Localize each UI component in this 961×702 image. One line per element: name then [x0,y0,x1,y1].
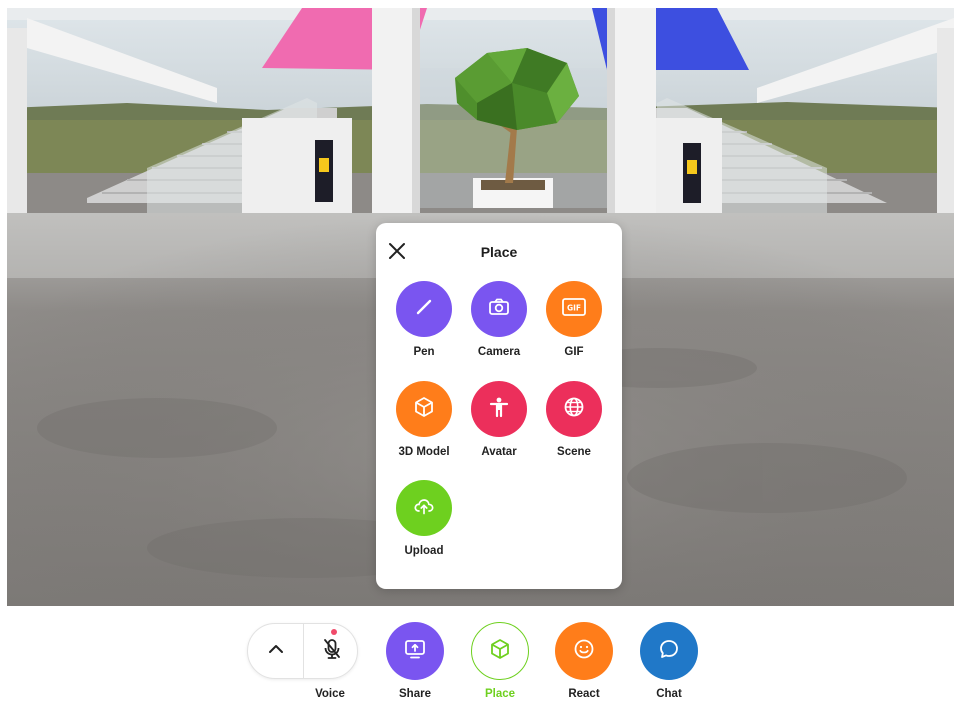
scene-button[interactable] [546,381,602,437]
upload-button[interactable] [396,480,452,536]
chat-button[interactable] [640,622,698,680]
react-label: React [568,688,600,700]
place-panel-title: Place [480,244,518,260]
screen-share-icon [402,637,428,666]
mute-mic-button[interactable] [304,624,359,678]
pen-button[interactable] [396,281,452,337]
place-item-upload[interactable]: Upload [386,480,462,557]
chevron-up-icon [266,639,286,664]
place-toolbar-button[interactable] [471,622,529,680]
avatar-button[interactable] [471,381,527,437]
3d-model-button[interactable] [396,381,452,437]
globe-icon [562,395,586,424]
scene-label: Scene [557,446,591,458]
pen-icon [412,295,436,324]
voice-control-group [247,623,358,679]
expand-voice-button[interactable] [248,624,303,678]
camera-label: Camera [477,346,521,358]
place-item-scene[interactable]: Scene [536,381,612,458]
gif-label: GIF [564,346,584,358]
place-item-3d-model[interactable]: 3D Model [386,381,462,458]
gif-icon: GIF [561,296,587,323]
place-panel: Place Pen Camera GIF GIF 3D Model Avatar… [376,223,622,589]
voice-label: Voice [315,688,345,700]
place-item-avatar[interactable]: Avatar [461,381,537,458]
pen-label: Pen [413,346,435,358]
camera-button[interactable] [471,281,527,337]
camera-icon [487,295,511,324]
upload-label: Upload [404,545,444,557]
avatar-label: Avatar [481,446,517,458]
cloud-upload-icon [412,494,436,523]
share-label: Share [399,688,431,700]
mic-status-dot [331,629,337,635]
mic-muted-icon [321,637,343,666]
svg-text:GIF: GIF [567,303,581,312]
cube-icon [412,395,436,424]
place-label: Place [484,688,516,700]
3d-model-label: 3D Model [398,446,450,458]
place-item-gif[interactable]: GIF GIF [536,281,612,358]
smiley-icon [572,637,596,666]
place-item-pen[interactable]: Pen [386,281,462,358]
chat-label: Chat [656,688,682,700]
react-button[interactable] [555,622,613,680]
cube-icon [488,637,512,666]
chat-bubble-icon [657,637,681,666]
place-item-camera[interactable]: Camera [461,281,537,358]
share-button[interactable] [386,622,444,680]
avatar-icon [487,395,511,424]
gif-button[interactable]: GIF [546,281,602,337]
